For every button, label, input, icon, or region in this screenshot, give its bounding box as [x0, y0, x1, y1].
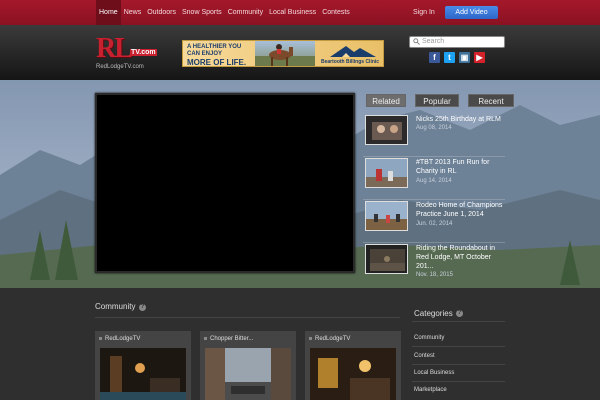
- site-logo[interactable]: RL TV.com RedLodgeTV.com: [96, 33, 157, 70]
- card-thumbnail[interactable]: [310, 348, 396, 400]
- logo-mark: RL: [96, 33, 133, 64]
- tab-related[interactable]: Related: [366, 94, 406, 107]
- card-dot-icon: [204, 337, 207, 340]
- youtube-icon[interactable]: ▶: [474, 52, 485, 63]
- divider: [412, 321, 505, 322]
- divider: [412, 381, 505, 382]
- community-heading: Community: [95, 302, 136, 311]
- video-thumbnail[interactable]: [365, 158, 408, 188]
- video-date: Jun. 02, 2014: [416, 221, 453, 227]
- video-item[interactable]: #TBT 2013 Fun Run for Charity in RL Aug …: [363, 158, 505, 200]
- category-link-marketplace[interactable]: Marketplace: [414, 387, 447, 393]
- search-icon: [413, 38, 420, 45]
- nav-item-contests[interactable]: Contests: [319, 0, 353, 25]
- divider: [412, 364, 505, 365]
- video-date: Nov. 18, 2015: [416, 272, 453, 278]
- category-link-local-business[interactable]: Local Business: [414, 370, 454, 376]
- nav-item-community[interactable]: Community: [225, 0, 266, 25]
- card-title[interactable]: Chopper Bitter...: [210, 336, 253, 342]
- main-nav: Home News Outdoors Snow Sports Community…: [96, 0, 353, 25]
- video-title[interactable]: Rodeo Home of Champions Practice June 1,…: [416, 201, 505, 219]
- category-link-community[interactable]: Community: [414, 335, 444, 341]
- video-date: Aug 08, 2014: [416, 125, 452, 131]
- tab-recent[interactable]: Recent: [468, 94, 514, 107]
- community-card[interactable]: RedLodgeTV: [95, 331, 191, 400]
- card-dot-icon: [309, 337, 312, 340]
- add-video-button[interactable]: Add Video: [445, 6, 498, 19]
- card-title[interactable]: RedLodgeTV: [105, 336, 140, 342]
- video-tabs: Related Popular Recent: [366, 94, 514, 107]
- clinic-logo-icon: [330, 46, 376, 57]
- search-input[interactable]: Search: [409, 36, 505, 48]
- nav-item-snow-sports[interactable]: Snow Sports: [179, 0, 225, 25]
- lower-content: Community ? RedLodgeTV Chopper Bitter...…: [0, 288, 600, 400]
- video-item[interactable]: Rodeo Home of Champions Practice June 1,…: [363, 201, 505, 243]
- video-title[interactable]: Riding the Roundabout in Red Lodge, MT O…: [416, 244, 505, 271]
- site-header: RL TV.com RedLodgeTV.com A HEALTHIER YOU…: [0, 25, 600, 80]
- ad-clinic-name: Beartooth Billings Clinic: [321, 59, 380, 65]
- video-player[interactable]: [95, 93, 355, 273]
- community-card[interactable]: RedLodgeTV: [305, 331, 401, 400]
- card-thumbnail[interactable]: [205, 348, 291, 400]
- divider: [95, 317, 400, 318]
- facebook-icon[interactable]: f: [429, 52, 440, 63]
- category-link-contest[interactable]: Contest: [414, 353, 435, 359]
- nav-item-home[interactable]: Home: [96, 0, 121, 25]
- card-title[interactable]: RedLodgeTV: [315, 336, 350, 342]
- video-title[interactable]: #TBT 2013 Fun Run for Charity in RL: [416, 158, 505, 176]
- ad-line-1: A HEALTHIER YOU: [187, 44, 242, 50]
- ad-photo: [255, 41, 315, 66]
- video-thumbnail[interactable]: [365, 201, 408, 231]
- video-thumbnail[interactable]: [365, 244, 408, 274]
- card-dot-icon: [99, 337, 102, 340]
- video-thumbnail[interactable]: [365, 115, 408, 145]
- card-thumbnail[interactable]: [100, 348, 186, 400]
- tab-popular[interactable]: Popular: [415, 94, 459, 107]
- twitter-icon[interactable]: t: [444, 52, 455, 63]
- sign-in-link[interactable]: Sign In: [413, 0, 435, 25]
- ad-line-3: MORE OF LIFE.: [187, 58, 247, 67]
- video-item[interactable]: Nicks 25th Birthday at RLM Aug 08, 2014: [363, 115, 505, 157]
- logo-tv: TV.com: [130, 49, 157, 56]
- social-links: f t ▣ ▶: [429, 52, 485, 63]
- categories-heading: Categories: [414, 309, 453, 318]
- search-placeholder: Search: [422, 38, 445, 45]
- video-item[interactable]: Riding the Roundabout in Red Lodge, MT O…: [363, 244, 505, 286]
- logo-site-name: RedLodgeTV.com: [96, 64, 144, 70]
- video-title[interactable]: Nicks 25th Birthday at RLM: [416, 115, 505, 124]
- divider: [412, 346, 505, 347]
- nav-item-local-business[interactable]: Local Business: [266, 0, 319, 25]
- instagram-icon[interactable]: ▣: [459, 52, 470, 63]
- hero-section: Related Popular Recent Nicks 25th Birthd…: [0, 80, 600, 288]
- nav-item-news[interactable]: News: [121, 0, 145, 25]
- info-icon[interactable]: ?: [139, 304, 146, 311]
- ad-line-2: CAN ENJOY: [187, 51, 223, 57]
- video-date: Aug 14, 2014: [416, 178, 452, 184]
- info-icon[interactable]: ?: [456, 310, 463, 317]
- community-card[interactable]: Chopper Bitter...: [200, 331, 296, 400]
- top-nav-bar: Home News Outdoors Snow Sports Community…: [0, 0, 600, 25]
- nav-item-outdoors[interactable]: Outdoors: [144, 0, 179, 25]
- banner-ad[interactable]: A HEALTHIER YOU CAN ENJOY MORE OF LIFE. …: [182, 40, 384, 67]
